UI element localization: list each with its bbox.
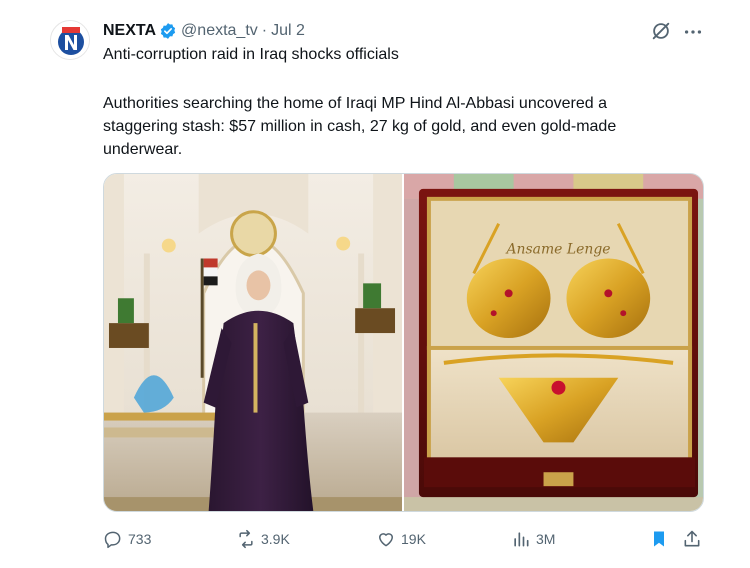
repost-count: 3.9K [261, 531, 290, 547]
tweet-headline: Anti-corruption raid in Iraq shocks offi… [103, 46, 399, 63]
grok-icon[interactable] [650, 20, 672, 42]
reply-icon [104, 531, 121, 549]
like-button[interactable]: 19K [376, 527, 426, 551]
photo-gold-lingerie-box[interactable]: Ansame Lenge [404, 174, 703, 511]
tweet-card[interactable]: NEXTA @nexta_tv · Jul 2 Anti-corruption … [0, 0, 750, 568]
heart-icon [379, 533, 393, 547]
tweet-body-line: underwear. [103, 141, 183, 158]
post-date[interactable]: Jul 2 [271, 22, 305, 40]
share-button[interactable] [682, 527, 702, 551]
bookmark-button[interactable] [649, 527, 669, 551]
verified-badge-icon[interactable] [159, 22, 177, 40]
views-count: 3M [536, 531, 556, 547]
repost-icon [239, 529, 253, 549]
action-bar: 733 3.9K 19K 3M [103, 527, 704, 551]
more-options-icon[interactable] [682, 21, 704, 41]
views-button[interactable]: 3M [511, 527, 555, 551]
author-handle[interactable]: @nexta_tv [181, 22, 258, 40]
like-count: 19K [401, 531, 426, 547]
tweet-body-line: Authorities searching the home of Iraqi … [103, 95, 607, 112]
photo-woman-in-palace[interactable] [104, 174, 402, 511]
author-name[interactable]: NEXTA [103, 22, 156, 40]
nexta-logo-icon [51, 21, 89, 59]
repost-button[interactable]: 3.9K [236, 527, 290, 551]
separator-dot: · [261, 22, 268, 39]
box-lid-text: Ansame Lenge [504, 242, 610, 258]
tweet-body-line: staggering stash: $57 million in cash, 2… [103, 118, 617, 135]
bookmark-icon [654, 531, 664, 547]
share-icon [684, 530, 700, 547]
avatar[interactable] [50, 20, 90, 60]
reply-count: 733 [128, 531, 152, 547]
media-grid: Ansame Lenge [103, 173, 704, 512]
reply-button[interactable]: 733 [103, 527, 151, 551]
views-chart-icon [514, 532, 529, 547]
tweet-body: Authorities searching the home of Iraqi … [103, 92, 703, 161]
tweet-header: NEXTA @nexta_tv · Jul 2 [103, 20, 305, 42]
